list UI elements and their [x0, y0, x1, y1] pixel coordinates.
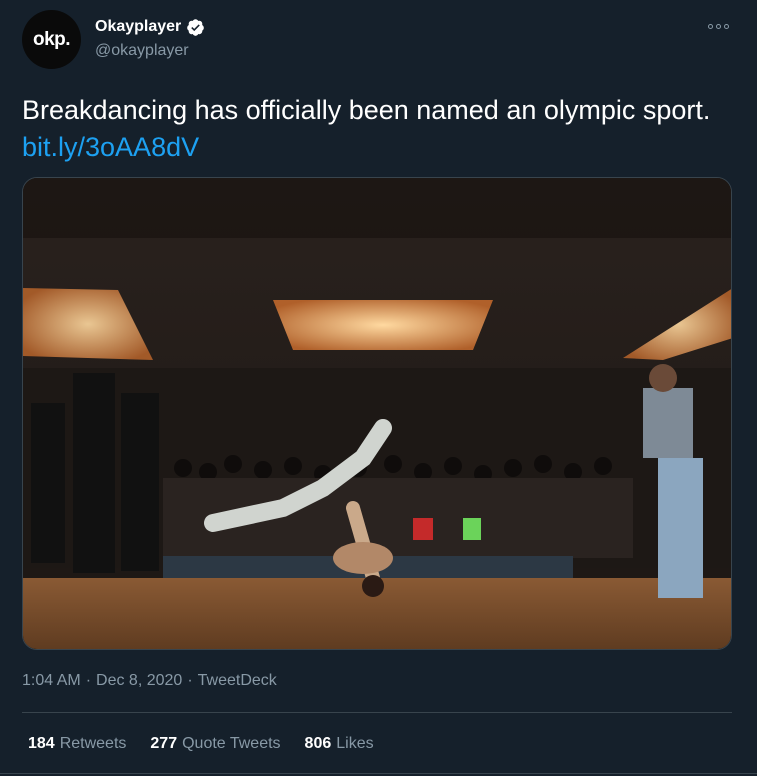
likes-count: 806	[304, 735, 332, 752]
meta-separator: ·	[85, 672, 92, 689]
tweet-source[interactable]: TweetDeck	[198, 672, 277, 690]
retweets-count: 184	[28, 735, 55, 752]
avatar-logo-text: okp.	[32, 28, 71, 50]
meta-separator: ·	[187, 672, 193, 689]
tweet-card: okp. Okayplayer @okayplayer Breakdancing…	[0, 0, 757, 776]
engagement-stats: 184 Retweets 277 Quote Tweets 806 Likes	[28, 735, 374, 753]
retweets-stat[interactable]: 184 Retweets	[28, 735, 126, 753]
handle[interactable]: @okayplayer	[95, 42, 205, 60]
avatar[interactable]: okp.	[22, 10, 81, 69]
tweet-text: Breakdancing has officially been named a…	[22, 92, 732, 166]
likes-stat[interactable]: 806 Likes	[305, 735, 374, 753]
display-name[interactable]: Okayplayer	[95, 18, 181, 36]
likes-label: Likes	[336, 735, 374, 752]
breakdance-photo	[23, 178, 731, 649]
quote-tweets-count: 277	[150, 735, 178, 752]
tweet-date[interactable]: Dec 8, 2020	[96, 672, 182, 690]
bottom-divider	[0, 773, 757, 774]
tweet-body: Breakdancing has officially been named a…	[22, 95, 711, 125]
retweets-label: Retweets	[59, 735, 127, 752]
divider	[22, 712, 732, 713]
quote-tweets-stat[interactable]: 277 Quote Tweets	[150, 735, 280, 753]
name-row: Okayplayer	[95, 15, 205, 39]
tweet-photo[interactable]	[22, 177, 732, 650]
tweet-time[interactable]: 1:04 AM	[22, 672, 81, 690]
quote-tweets-label: Quote Tweets	[182, 735, 281, 752]
tweet-meta: 1:04 AM · Dec 8, 2020 · TweetDeck	[22, 672, 277, 690]
more-dot-icon	[715, 23, 721, 29]
more-dot-icon	[723, 23, 729, 29]
tweet-link[interactable]: bit.ly/3oAA8dV	[22, 132, 199, 162]
author-info: Okayplayer @okayplayer	[95, 15, 205, 60]
more-dot-icon	[707, 23, 713, 29]
verified-badge-icon	[187, 18, 205, 36]
more-options-button[interactable]	[700, 16, 736, 36]
